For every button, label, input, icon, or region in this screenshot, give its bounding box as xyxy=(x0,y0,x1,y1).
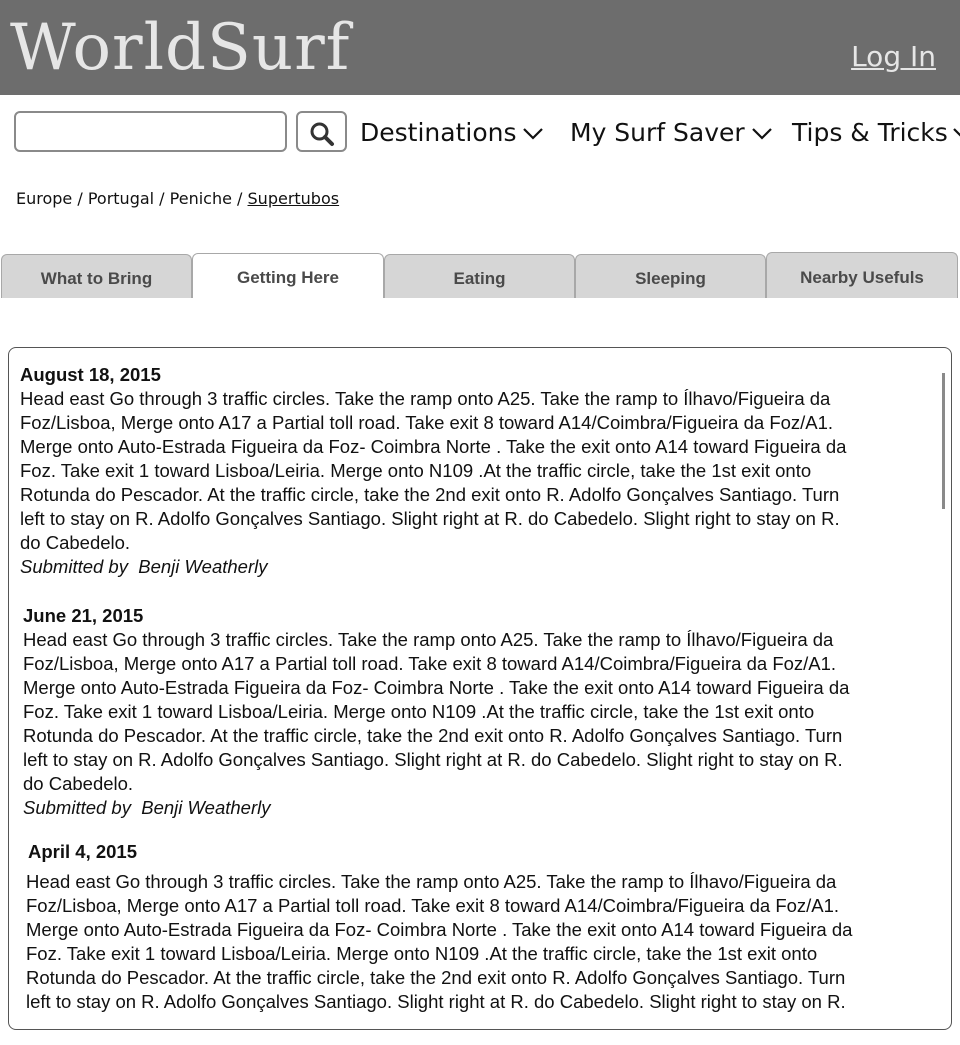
directions-entry: June 21, 2015 Head east Go through 3 tra… xyxy=(23,604,913,820)
entry-line: Foz. Take exit 1 toward Lisboa/Leiria. M… xyxy=(23,701,815,722)
directions-entry: August 18, 2015 Head east Go through 3 t… xyxy=(20,363,910,579)
entry-line: Rotunda do Pescador. At the traffic circ… xyxy=(26,967,846,988)
tab-bar: What to Bring Getting Here Eating Sleepi… xyxy=(0,252,960,298)
entry-line: Foz/Lisboa, Merge onto A17 a Partial tol… xyxy=(23,653,837,674)
nav-my-surf-saver[interactable]: My Surf Saver xyxy=(570,116,773,150)
breadcrumb-separator: / xyxy=(154,189,170,208)
entry-line: Head east Go through 3 traffic circles. … xyxy=(23,629,834,650)
entry-line: left to stay on R. Adolfo Gonçalves Sant… xyxy=(26,991,846,1012)
entry-line: do Cabedelo. xyxy=(23,773,134,794)
nav-tips-tricks[interactable]: Tips & Tricks xyxy=(792,116,960,150)
tab-getting-here[interactable]: Getting Here xyxy=(192,253,384,298)
chevron-down-icon xyxy=(751,128,772,140)
breadcrumb-portugal[interactable]: Portugal xyxy=(88,189,154,208)
entry-line: Merge onto Auto-Estrada Figueira da Foz-… xyxy=(26,919,853,940)
entry-line: Rotunda do Pescador. At the traffic circ… xyxy=(20,484,840,505)
entry-line: Head east Go through 3 traffic circles. … xyxy=(20,388,831,409)
scrollbar-thumb[interactable] xyxy=(942,373,945,509)
site-logo[interactable]: WorldSurf xyxy=(10,8,350,88)
breadcrumb-supertubos[interactable]: Supertubos xyxy=(248,189,340,208)
tab-sleeping[interactable]: Sleeping xyxy=(575,254,766,298)
chevron-down-icon xyxy=(953,128,960,137)
breadcrumb-separator: / xyxy=(72,189,88,208)
tab-what-to-bring[interactable]: What to Bring xyxy=(1,254,192,298)
entry-line: Head east Go through 3 traffic circles. … xyxy=(26,871,837,892)
nav-tips-tricks-label: Tips & Tricks xyxy=(792,118,948,147)
entry-author: Submitted by Benji Weatherly xyxy=(23,797,271,818)
nav-my-surf-saver-label: My Surf Saver xyxy=(570,118,745,147)
entry-line: Merge onto Auto-Estrada Figueira da Foz-… xyxy=(23,677,850,698)
breadcrumb-peniche[interactable]: Peniche xyxy=(170,189,232,208)
directions-entry: April 4, 2015 Head east Go through 3 tra… xyxy=(26,840,918,1014)
tab-nearby-usefuls[interactable]: Nearby Usefuls xyxy=(766,252,958,298)
entry-date: August 18, 2015 xyxy=(20,364,161,385)
chevron-down-icon xyxy=(523,128,544,140)
directions-panel[interactable]: August 18, 2015 Head east Go through 3 t… xyxy=(8,347,952,1030)
login-link[interactable]: Log In xyxy=(851,40,936,73)
search-button[interactable] xyxy=(296,111,347,152)
entry-line: Foz. Take exit 1 toward Lisboa/Leiria. M… xyxy=(26,943,818,964)
site-header: WorldSurf Log In xyxy=(0,0,960,95)
entry-line: Merge onto Auto-Estrada Figueira da Foz-… xyxy=(20,436,847,457)
entry-line: Foz/Lisboa, Merge onto A17 a Partial tol… xyxy=(26,895,840,916)
search-input[interactable] xyxy=(14,111,287,152)
search-icon xyxy=(310,122,334,146)
breadcrumb: Europe / Portugal / Peniche / Supertubos xyxy=(16,189,339,208)
tab-eating[interactable]: Eating xyxy=(384,254,575,298)
entry-line: Foz. Take exit 1 toward Lisboa/Leiria. M… xyxy=(20,460,812,481)
entry-line: left to stay on R. Adolfo Gonçalves Sant… xyxy=(20,508,840,529)
nav-destinations[interactable]: Destinations xyxy=(360,116,544,150)
entry-date: April 4, 2015 xyxy=(28,841,138,862)
entry-line: Foz/Lisboa, Merge onto A17 a Partial tol… xyxy=(20,412,834,433)
nav-destinations-label: Destinations xyxy=(360,118,517,147)
breadcrumb-separator: / xyxy=(231,189,248,208)
breadcrumb-europe[interactable]: Europe xyxy=(16,189,72,208)
entry-line: Rotunda do Pescador. At the traffic circ… xyxy=(23,725,843,746)
entry-author: Submitted by Benji Weatherly xyxy=(20,556,268,577)
entry-line: left to stay on R. Adolfo Gonçalves Sant… xyxy=(23,749,843,770)
entry-line: do Cabedelo. xyxy=(20,532,131,553)
entry-date: June 21, 2015 xyxy=(23,605,144,626)
